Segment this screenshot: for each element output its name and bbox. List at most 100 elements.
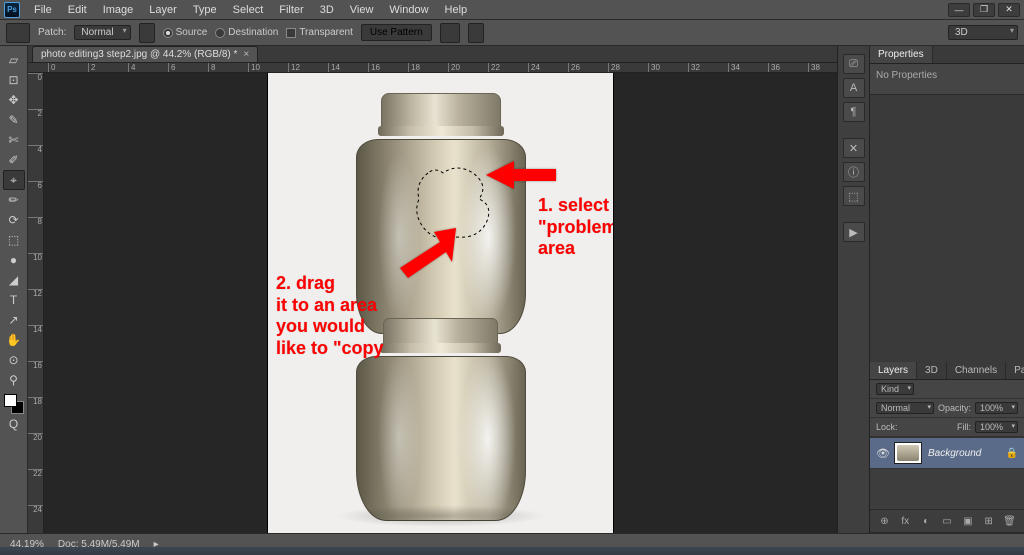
new-layer-icon[interactable]: ⊞ — [982, 514, 996, 528]
lock-label: Lock: — [876, 422, 898, 432]
tool-hand[interactable]: ✋ — [3, 330, 25, 350]
menu-3d[interactable]: 3D — [312, 0, 342, 20]
trash-icon[interactable]: 🗑 — [1002, 514, 1016, 528]
layers-tab[interactable]: Layers — [870, 362, 917, 379]
pattern-picker-icon[interactable] — [440, 23, 460, 43]
patch-tool-icon[interactable] — [6, 23, 30, 43]
annotation-arrow-2 — [396, 228, 456, 281]
window-controls: — ❐ ✕ — [945, 3, 1020, 17]
channels-tab[interactable]: Channels — [947, 362, 1006, 379]
opacity-input[interactable]: 100% — [975, 402, 1018, 414]
menu-type[interactable]: Type — [185, 0, 225, 20]
blend-mode-dropdown[interactable]: Normal — [876, 402, 934, 414]
properties-panel: Properties No Properties — [870, 46, 1024, 95]
tool-stamp[interactable]: ⟳ — [3, 210, 25, 230]
strip-info-icon[interactable]: ⓘ — [843, 162, 865, 182]
lock-icon: 🔒 — [1006, 448, 1018, 459]
document-image: 1. select the "problem" area 2. drag it … — [268, 73, 613, 533]
properties-tab[interactable]: Properties — [870, 46, 933, 63]
os-taskbar — [0, 547, 1024, 555]
strip-character-icon[interactable]: A — [843, 78, 865, 98]
fx-icon[interactable]: fx — [898, 514, 912, 528]
maximize-button[interactable]: ❐ — [973, 3, 995, 17]
tool-type[interactable]: T — [3, 290, 25, 310]
menu-image[interactable]: Image — [95, 0, 142, 20]
collapsed-panel-strip: ⎚ A ¶ ✕ ⓘ ⬚ ▶ — [837, 46, 869, 533]
annotation-arrow-1 — [486, 155, 556, 198]
minimize-button[interactable]: — — [948, 3, 970, 17]
close-window-button[interactable]: ✕ — [998, 3, 1020, 17]
menu-select[interactable]: Select — [225, 0, 272, 20]
menu-view[interactable]: View — [342, 0, 382, 20]
tool-quickmask[interactable]: Q — [3, 414, 25, 434]
layers-panel-footer: ⊕ fx ◐ ▭ ▣ ⊞ 🗑 — [870, 509, 1024, 532]
strip-actions-icon[interactable]: ▶ — [843, 222, 865, 242]
right-panels: Properties No Properties Layers 3D Chann… — [869, 46, 1024, 533]
source-radio-label: Source — [176, 27, 208, 38]
use-pattern-button[interactable]: Use Pattern — [361, 24, 432, 41]
workspace-dropdown[interactable]: 3D — [948, 25, 1018, 40]
tool-wand[interactable]: ✎ — [3, 110, 25, 130]
annotation-text-1: 1. select the "problem" area — [538, 195, 613, 260]
menu-file[interactable]: File — [26, 0, 60, 20]
source-radio[interactable]: Source — [163, 27, 208, 38]
document-area: photo editing3 step2.jpg @ 44.2% (RGB/8)… — [28, 46, 837, 533]
menu-filter[interactable]: Filter — [271, 0, 311, 20]
tool-eyedropper[interactable]: ✐ — [3, 150, 25, 170]
layer-kind-filter[interactable]: Kind — [876, 383, 914, 395]
menu-bar: Ps File Edit Image Layer Type Select Fil… — [0, 0, 1024, 20]
document-tab[interactable]: photo editing3 step2.jpg @ 44.2% (RGB/8)… — [32, 46, 258, 62]
strip-history-icon[interactable]: ⎚ — [843, 54, 865, 74]
tool-lasso[interactable]: ✥ — [3, 90, 25, 110]
strip-tools-icon[interactable]: ✕ — [843, 138, 865, 158]
document-tab-label: photo editing3 step2.jpg @ 44.2% (RGB/8)… — [41, 49, 237, 60]
layer-thumbnail[interactable] — [894, 442, 922, 464]
toolbox: ▱ ⊡ ✥ ✎ ✄ ✐ ⌖ ✏ ⟳ ⬚ ● ◢ T ↗ ✋ ⊙ ⚲ Q — [0, 46, 28, 533]
tool-move[interactable]: ▱ — [3, 50, 25, 70]
close-tab-icon[interactable]: × — [243, 49, 249, 60]
patch-mode-dropdown[interactable]: Normal — [74, 25, 130, 40]
transparent-checkbox-label: Transparent — [299, 27, 353, 38]
tool-crop[interactable]: ✄ — [3, 130, 25, 150]
tool-brush[interactable]: ✏ — [3, 190, 25, 210]
options-bar: Patch: Normal Source Destination Transpa… — [0, 20, 1024, 46]
strip-swatches-icon[interactable]: ⬚ — [843, 186, 865, 206]
canvas[interactable]: 1. select the "problem" area 2. drag it … — [44, 73, 837, 533]
app-logo: Ps — [4, 2, 20, 18]
diffusion-icon[interactable] — [468, 23, 484, 43]
strip-paragraph-icon[interactable]: ¶ — [843, 102, 865, 122]
link-layers-icon[interactable]: ⊕ — [877, 514, 891, 528]
menu-help[interactable]: Help — [437, 0, 476, 20]
menu-edit[interactable]: Edit — [60, 0, 95, 20]
tool-eraser[interactable]: ● — [3, 250, 25, 270]
menu-window[interactable]: Window — [381, 0, 436, 20]
tool-rotate[interactable]: ⚲ — [3, 370, 25, 390]
foreground-background-colors[interactable] — [4, 394, 24, 414]
destination-radio-label: Destination — [228, 27, 278, 38]
layers-panel: Layers 3D Channels Paths Kind Normal Opa… — [870, 362, 1024, 533]
layer-visibility-icon[interactable]: 👁 — [876, 447, 888, 459]
tool-patch[interactable]: ⌖ — [3, 170, 25, 190]
mask-icon[interactable]: ◐ — [919, 514, 933, 528]
patch-swap-icon[interactable] — [139, 23, 155, 43]
paths-tab[interactable]: Paths — [1006, 362, 1024, 379]
tool-path[interactable]: ↗ — [3, 310, 25, 330]
tool-history-brush[interactable]: ⬚ — [3, 230, 25, 250]
fill-input[interactable]: 100% — [975, 421, 1018, 433]
menu-layer[interactable]: Layer — [141, 0, 185, 20]
annotation-text-2: 2. drag it to an area you would like to … — [276, 273, 384, 359]
tool-gradient[interactable]: ◢ — [3, 270, 25, 290]
horizontal-ruler: 02468101214161820222426283032343638 — [28, 63, 837, 73]
adjustment-icon[interactable]: ▭ — [940, 514, 954, 528]
group-icon[interactable]: ▣ — [961, 514, 975, 528]
document-tab-row: photo editing3 step2.jpg @ 44.2% (RGB/8)… — [28, 46, 837, 63]
properties-body: No Properties — [870, 64, 1024, 94]
transparent-checkbox[interactable]: Transparent — [286, 27, 353, 38]
3d-tab[interactable]: 3D — [917, 362, 947, 379]
tool-marquee[interactable]: ⊡ — [3, 70, 25, 90]
fill-label: Fill: — [957, 422, 971, 432]
tool-zoom[interactable]: ⊙ — [3, 350, 25, 370]
destination-radio[interactable]: Destination — [215, 27, 278, 38]
layer-row-background[interactable]: 👁 Background 🔒 — [870, 437, 1024, 469]
patch-label: Patch: — [38, 27, 66, 38]
